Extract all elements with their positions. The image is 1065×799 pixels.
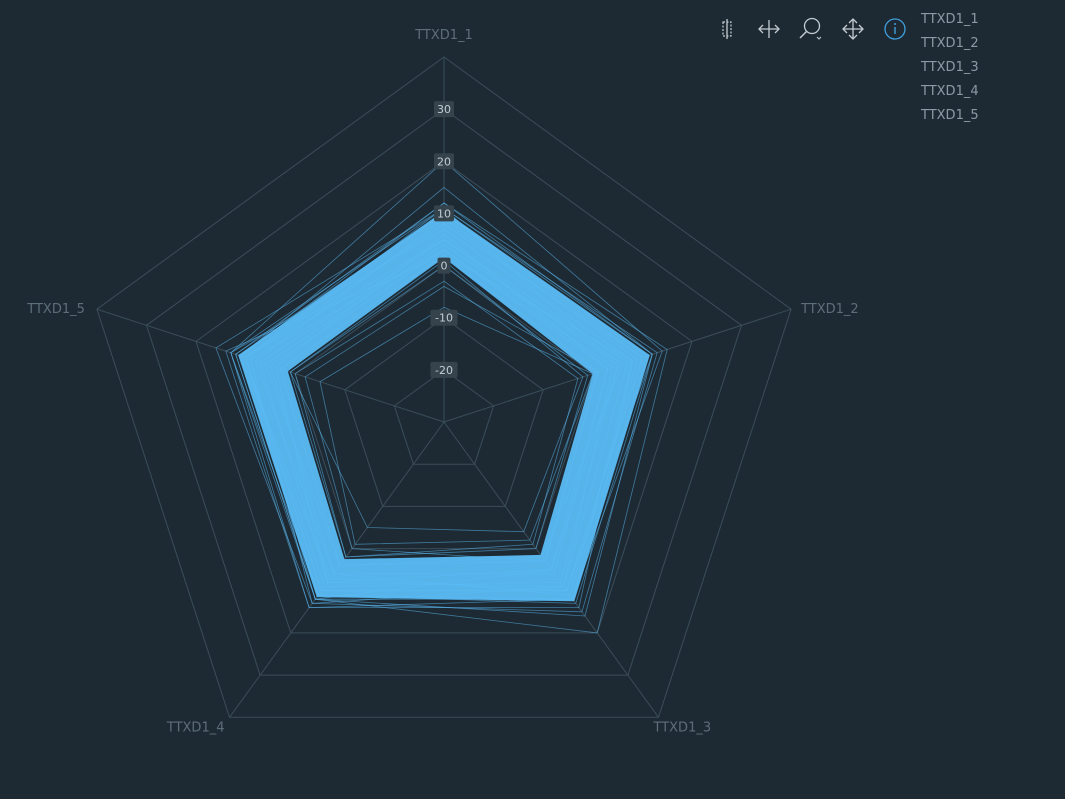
legend-item-ttxd1-1[interactable]: TTXD1_1 [921, 12, 979, 36]
axis-label: TTXD1_1 [414, 28, 473, 43]
axis-label: TTXD1_3 [653, 720, 712, 735]
tick-label: 30 [437, 103, 451, 116]
pan-button[interactable] [832, 12, 874, 46]
legend: TTXD1_1 TTXD1_2 TTXD1_3 TTXD1_4 TTXD1_5 [921, 12, 979, 132]
series-line [319, 306, 594, 545]
legend-item-ttxd1-3[interactable]: TTXD1_3 [921, 60, 979, 84]
zoom-icon [799, 17, 822, 40]
info-button[interactable] [874, 12, 916, 46]
axis-label: TTXD1_4 [166, 720, 225, 735]
horizontal-pan-icon [758, 20, 780, 38]
radar-chart: 30 20 10 0 -10 -20 TTXD1_1 TTXD1_2 TTXD1_3 TTXD1_… [26, 28, 859, 735]
chart-toolbar [706, 12, 916, 46]
vertical-select-button[interactable] [706, 12, 748, 46]
axis-label: TTXD1_2 [800, 302, 859, 317]
legend-item-ttxd1-4[interactable]: TTXD1_4 [921, 84, 979, 108]
legend-item-ttxd1-2[interactable]: TTXD1_2 [921, 36, 979, 60]
legend-item-ttxd1-5[interactable]: TTXD1_5 [921, 108, 979, 132]
horizontal-pan-button[interactable] [748, 12, 790, 46]
tick-label: -10 [435, 312, 453, 325]
tick-label: 20 [437, 155, 451, 168]
info-icon [884, 18, 906, 40]
axis-label: TTXD1_5 [26, 302, 85, 317]
vertical-select-icon [722, 19, 732, 39]
zoom-button[interactable] [790, 12, 832, 46]
pan-icon [842, 18, 864, 40]
tick-label: -20 [435, 364, 453, 377]
tick-label: 10 [437, 207, 451, 220]
tick-label: 0 [441, 260, 448, 273]
